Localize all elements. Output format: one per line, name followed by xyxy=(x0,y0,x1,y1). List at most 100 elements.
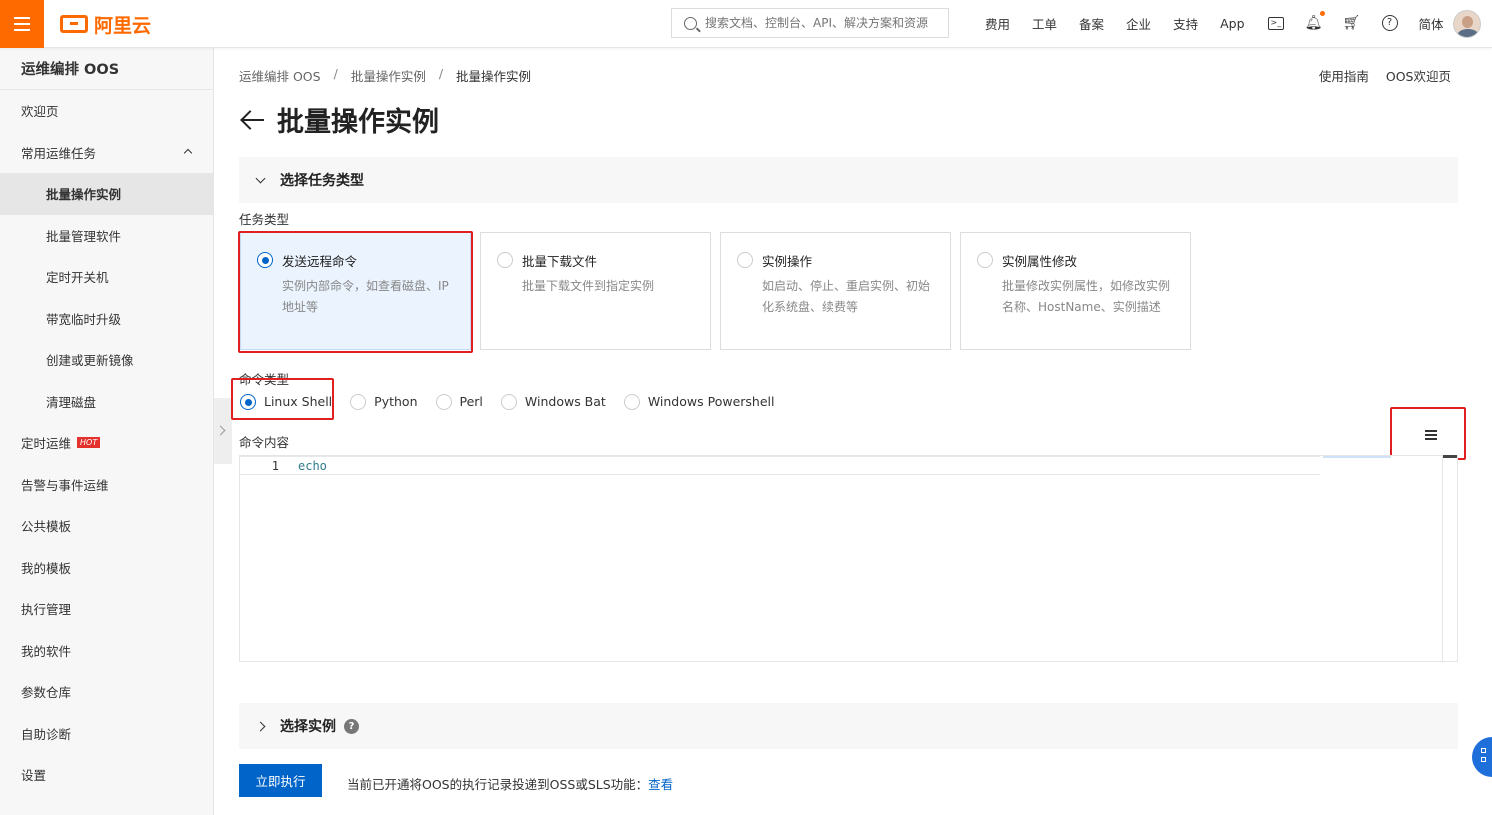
editor-scrollbar[interactable] xyxy=(1442,456,1443,661)
avatar[interactable] xyxy=(1453,10,1481,38)
sidebar-item-disk-cleanup[interactable]: 清理磁盘 xyxy=(0,381,213,423)
sidebar-item-parameters[interactable]: 参数仓库 xyxy=(0,671,213,713)
card-title: 批量下载文件 xyxy=(522,254,598,269)
editor-scroll-thumb[interactable] xyxy=(1443,455,1457,458)
task-card-remote-command[interactable]: 发送远程命令 实例内部命令，如查看磁盘、IP地址等 xyxy=(240,232,471,350)
page-title: 批量操作实例 xyxy=(277,107,439,138)
aliyun-logo[interactable]: 阿里云 xyxy=(60,11,151,37)
breadcrumb-separator: / xyxy=(333,66,338,81)
cmd-option-label: Windows Powershell xyxy=(647,394,775,409)
link-tickets[interactable]: 工单 xyxy=(1032,14,1057,33)
back-arrow-icon[interactable] xyxy=(239,106,267,134)
question-icon[interactable]: ? xyxy=(344,718,359,734)
code-editor[interactable]: 1 echo xyxy=(239,455,1458,662)
format-code-icon[interactable] xyxy=(1425,430,1437,443)
task-type-label: 任务类型 xyxy=(239,212,290,227)
cart-icon[interactable]: 🛒︎ xyxy=(1343,14,1361,32)
link-support[interactable]: 支持 xyxy=(1173,14,1198,33)
cmd-option-label: Perl xyxy=(459,394,483,409)
radio-icon xyxy=(240,394,256,410)
sidebar-item-label: 批量管理软件 xyxy=(46,228,122,244)
menu-icon[interactable] xyxy=(0,0,44,48)
floating-apps-button[interactable] xyxy=(1472,737,1492,777)
help-icon[interactable]: ? xyxy=(1381,14,1399,32)
card-desc: 如启动、停止、重启实例、初始化系统盘、续费等 xyxy=(762,279,931,314)
sidebar-item-settings[interactable]: 设置 xyxy=(0,754,213,796)
cmd-option-label: Linux Shell xyxy=(264,394,333,409)
page-header: 批量操作实例 xyxy=(239,100,439,139)
sidebar-item-scheduled-ops[interactable]: 定时运维 HOT xyxy=(0,422,213,464)
chevron-up-icon xyxy=(183,148,193,157)
radio-icon xyxy=(623,394,640,410)
sidebar-item-batch-instances[interactable]: 批量操作实例 xyxy=(0,173,213,215)
breadcrumb-item[interactable]: 运维编排 OOS xyxy=(239,66,321,85)
sidebar-item-label: 欢迎页 xyxy=(21,104,59,120)
command-content-label: 命令内容 xyxy=(239,435,290,450)
radio-icon xyxy=(257,252,273,268)
oos-welcome-link[interactable]: OOS欢迎页 xyxy=(1386,66,1451,85)
language-switch[interactable]: 简体 xyxy=(1419,14,1444,33)
chevron-down-icon xyxy=(255,173,266,183)
sidebar-collapse-handle[interactable] xyxy=(214,398,232,464)
sidebar-item-label: 定时开关机 xyxy=(46,270,109,286)
sidebar-item-executions[interactable]: 执行管理 xyxy=(0,588,213,630)
section-task-type-header[interactable]: 选择任务类型 xyxy=(239,157,1458,203)
top-navbar: 阿里云 费用 工单 备案 企业 支持 App >_ 🔔︎ 🛒︎ ? 简体 xyxy=(0,0,1492,48)
cmd-option-windows-bat[interactable]: Windows Bat xyxy=(500,393,606,410)
search-input[interactable] xyxy=(705,16,945,30)
delivery-note-text: 当前已开通将OOS的执行记录投递到OSS或SLS功能： xyxy=(347,777,649,792)
sidebar-item-alert-ops[interactable]: 告警与事件运维 xyxy=(0,464,213,506)
link-icp[interactable]: 备案 xyxy=(1079,14,1104,33)
link-fees[interactable]: 费用 xyxy=(985,14,1010,33)
sidebar-item-welcome[interactable]: 欢迎页 xyxy=(0,90,213,132)
radio-icon xyxy=(497,252,513,268)
link-app[interactable]: App xyxy=(1220,16,1244,31)
task-card-instance-ops[interactable]: 实例操作 如启动、停止、重启实例、初始化系统盘、续费等 xyxy=(720,232,951,350)
sidebar: 运维编排 OOS 欢迎页 常用运维任务 批量操作实例 批量管理软件 定时开关机 … xyxy=(0,48,214,815)
sidebar-item-my-software[interactable]: 我的软件 xyxy=(0,630,213,672)
logo-text: 阿里云 xyxy=(94,14,152,37)
sidebar-item-label: 常用运维任务 xyxy=(21,145,97,161)
execute-now-button[interactable]: 立即执行 xyxy=(239,764,322,797)
cmd-option-label: Python xyxy=(374,394,418,409)
card-title: 发送远程命令 xyxy=(282,254,358,269)
chevron-right-icon xyxy=(255,721,266,731)
bell-icon[interactable]: 🔔︎ xyxy=(1305,11,1325,32)
sidebar-item-batch-software[interactable]: 批量管理软件 xyxy=(0,215,213,257)
sidebar-item-public-templates[interactable]: 公共模板 xyxy=(0,505,213,547)
task-card-modify-attributes[interactable]: 实例属性修改 批量修改实例属性，如修改实例名称、HostName、实例描述 xyxy=(960,232,1191,350)
sidebar-item-label: 我的软件 xyxy=(21,643,72,659)
task-card-download-file[interactable]: 批量下载文件 批量下载文件到指定实例 xyxy=(480,232,711,350)
card-desc: 批量修改实例属性，如修改实例名称、HostName、实例描述 xyxy=(1002,279,1171,314)
section-title: 选择实例 xyxy=(280,719,336,735)
guide-link[interactable]: 使用指南 xyxy=(1319,66,1369,85)
sidebar-group-common-tasks[interactable]: 常用运维任务 xyxy=(0,132,213,174)
sidebar-item-bandwidth-upgrade[interactable]: 带宽临时升级 xyxy=(0,298,213,340)
sidebar-title: 运维编排 OOS xyxy=(0,48,213,90)
code-text[interactable]: echo xyxy=(286,459,327,473)
breadcrumb-item[interactable]: 批量操作实例 xyxy=(351,66,426,85)
cmd-option-python[interactable]: Python xyxy=(350,393,418,410)
task-type-cards: 发送远程命令 实例内部命令，如查看磁盘、IP地址等 批量下载文件 批量下载文件到… xyxy=(240,232,1191,350)
sidebar-item-label: 设置 xyxy=(21,768,47,784)
top-links: 费用 工单 备案 企业 支持 App >_ 🔔︎ 🛒︎ ? 简体 xyxy=(985,0,1466,46)
terminal-icon[interactable]: >_ xyxy=(1267,14,1285,32)
sidebar-item-diagnosis[interactable]: 自助诊断 xyxy=(0,713,213,755)
section-instances-header[interactable]: 选择实例 ? xyxy=(239,703,1458,749)
breadcrumb: 运维编排 OOS / 批量操作实例 / 批量操作实例 xyxy=(239,66,531,85)
sidebar-item-my-templates[interactable]: 我的模板 xyxy=(0,547,213,589)
link-enterprise[interactable]: 企业 xyxy=(1126,14,1151,33)
sidebar-item-label: 带宽临时升级 xyxy=(46,311,122,327)
line-number: 1 xyxy=(271,458,279,473)
logo-mark-icon xyxy=(60,15,88,33)
view-link[interactable]: 查看 xyxy=(648,777,673,792)
search-box[interactable] xyxy=(671,8,949,38)
card-desc: 实例内部命令，如查看磁盘、IP地址等 xyxy=(282,279,449,314)
card-title: 实例属性修改 xyxy=(1002,254,1078,269)
breadcrumb-current: 批量操作实例 xyxy=(456,69,532,84)
cmd-option-windows-powershell[interactable]: Windows Powershell xyxy=(623,393,775,410)
sidebar-item-image-update[interactable]: 创建或更新镜像 xyxy=(0,339,213,381)
sidebar-item-scheduled-power[interactable]: 定时开关机 xyxy=(0,256,213,298)
cmd-option-linux-shell[interactable]: Linux Shell xyxy=(240,393,332,410)
cmd-option-perl[interactable]: Perl xyxy=(435,393,483,410)
